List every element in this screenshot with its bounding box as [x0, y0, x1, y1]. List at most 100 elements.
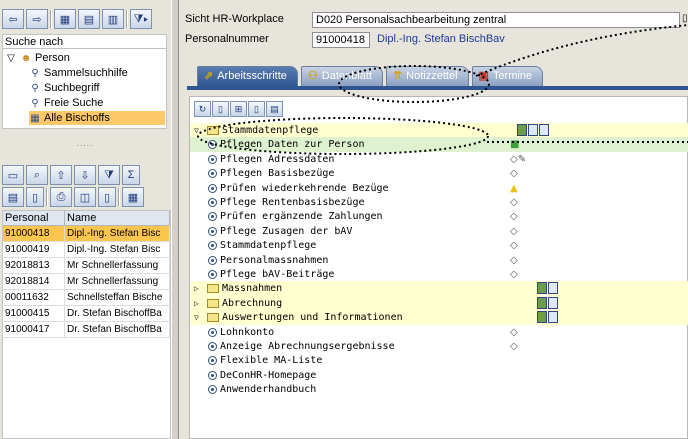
table-row[interactable]: 91000419 Dipl.-Ing. Stefan Bisc [3, 242, 170, 258]
splitter-handle[interactable]: ····· [2, 140, 167, 160]
document-icon[interactable] [537, 311, 547, 324]
sort-desc-icon[interactable]: ⇩ [74, 165, 96, 185]
task-row[interactable]: Prüfen ergänzende Zahlungen ◇ [190, 209, 688, 224]
collapse-arrow-icon[interactable]: ▽ [5, 53, 17, 64]
table-row[interactable]: 91000417 Dr. Stefan BischoffBa [3, 322, 170, 338]
window-icon[interactable]: ▭ [2, 165, 24, 185]
field-help-icon[interactable]: ▯ [682, 13, 688, 24]
task-row[interactable]: Pflege Zusagen der bAV ◇ [190, 224, 688, 239]
folder-row[interactable]: ▷ Massnahmen [190, 281, 688, 297]
tree-node-label: Suchbegriff [44, 82, 100, 94]
view-icon[interactable]: ◫ [74, 187, 96, 207]
table-row[interactable]: 91000415 Dr. Stefan BischoffBa [3, 306, 170, 322]
collapse-icon[interactable]: ▯ [248, 101, 265, 117]
table-icon[interactable]: ▤ [78, 9, 100, 29]
vertical-splitter[interactable] [171, 0, 179, 439]
folder-row[interactable]: ▽ Stammdatenpflege [190, 123, 688, 138]
cell-personal: 91000417 [3, 322, 65, 337]
table-row[interactable]: 92018814 Mr Schnellerfassung [3, 274, 170, 290]
document-icon[interactable] [517, 124, 527, 136]
status-green-icon: ■ [510, 139, 520, 151]
sum-icon[interactable]: Σ [122, 165, 140, 185]
task-label: Pflegen Adressdaten [220, 153, 335, 165]
grid-icon[interactable]: ▦ [54, 9, 76, 29]
task-row[interactable]: Pflege bAV-Beiträge ◇ [190, 267, 688, 282]
table-row[interactable]: 92018813 Mr Schnellerfassung [3, 258, 170, 274]
table-row[interactable]: 91000418 Dipl.-Ing. Stefan Bisc [3, 226, 170, 242]
column-header-personal[interactable]: Personal [3, 211, 65, 225]
tree-node[interactable]: ▦ Alle Bischoffs [29, 111, 165, 125]
expand-icon[interactable]: ⊞ [230, 101, 247, 117]
task-row[interactable]: Anzeige Abrechnungsergebnisse ◇ [190, 339, 688, 354]
document-icon[interactable] [537, 296, 547, 309]
tree-node[interactable]: ⚲ Sammelsuchhilfe [29, 66, 165, 80]
document-icon[interactable] [548, 311, 558, 324]
document-icon[interactable] [537, 282, 547, 295]
tree-node-label: Alle Bischoffs [44, 112, 110, 124]
task-row[interactable]: Stammdatenpflege ◇ [190, 238, 688, 253]
task-row[interactable]: DeConHR-Homepage [190, 368, 688, 383]
filter-icon[interactable]: ⧩ [98, 165, 120, 185]
task-label: Pflege bAV-Beiträge [220, 269, 335, 280]
expand-arrow-icon[interactable]: ▷ [194, 281, 204, 296]
cell-personal: 92018813 [3, 258, 65, 273]
tree-node[interactable]: ▽ ☻ Person [5, 51, 165, 65]
folder-label: Stammdatenpflege [222, 125, 319, 136]
folder-icon [207, 126, 219, 135]
document-icon[interactable] [548, 282, 558, 295]
personalnummer-field[interactable]: 91000418 [312, 32, 370, 48]
collapse-arrow-icon[interactable]: ▽ [194, 310, 204, 325]
task-row[interactable]: Pflegen Daten zur Person ■ [190, 137, 688, 153]
folder-label: Massnahmen [222, 283, 283, 295]
forward-arrow-icon[interactable]: ⇨ [26, 9, 48, 29]
task-row[interactable]: Anwenderhandbuch [190, 382, 688, 397]
task-row[interactable]: Lohnkonto ◇ [190, 325, 688, 340]
tree-node[interactable]: ⚲ Suchbegriff [29, 81, 165, 95]
sicht-field[interactable]: D020 Personalsachbearbeitung zentral [312, 12, 680, 28]
task-row[interactable]: Pflegen Basisbezüge ◇ [190, 166, 688, 181]
cell-personal: 91000419 [3, 242, 65, 257]
back-arrow-icon[interactable]: ⇦ [2, 9, 24, 29]
folder-row[interactable]: ▷ Abrechnung [190, 295, 688, 311]
print-icon[interactable]: ▤ [266, 101, 283, 117]
document-icon[interactable] [528, 124, 538, 136]
folder-row[interactable]: ▽ Auswertungen und Informationen [190, 310, 688, 326]
tree-node[interactable]: ⚲ Freie Suche [29, 96, 165, 110]
cell-personal: 00011632 [3, 290, 65, 305]
document-icon[interactable] [548, 296, 558, 309]
layout-grid-icon[interactable]: ▦ [122, 187, 144, 207]
tab-label: Termine [492, 70, 533, 82]
document-icon[interactable] [539, 124, 549, 136]
filter-dropdown-icon[interactable]: ⧩▸ [130, 9, 152, 29]
layout-icon[interactable]: ▥ [102, 9, 124, 29]
task-row[interactable]: Prüfen wiederkehrende Bezüge ▲ [190, 181, 688, 196]
table-row[interactable]: 00011632 Schnellsteffan Bische [3, 290, 170, 306]
task-row[interactable]: Pflegen Adressdaten ◇✎ [190, 152, 688, 167]
tab-underline [187, 86, 688, 90]
doc-icon[interactable]: ▯ [212, 101, 229, 117]
steps-icon: ⇗ [204, 70, 214, 82]
doc-icon[interactable]: ▯ [26, 187, 44, 207]
expand-arrow-icon[interactable]: ▷ [194, 296, 204, 311]
sort-asc-icon[interactable]: ⇧ [50, 165, 72, 185]
find-icon[interactable]: ⌕ [26, 165, 48, 185]
diamond-icon: ◇ [510, 326, 518, 338]
tab-datenblatt[interactable]: ⚇ Datenblatt [300, 66, 383, 86]
refresh-icon[interactable]: ↻ [194, 101, 211, 117]
tab-termine[interactable]: ▣ Termine [471, 66, 544, 86]
tab-arbeitsschritte[interactable]: ⇗ Arbeitsschritte [197, 66, 298, 86]
export-icon[interactable]: ▤ [2, 187, 24, 207]
settings-icon[interactable]: ▯ [98, 187, 116, 207]
personalnummer-label: Personalnummer [185, 33, 269, 45]
task-row[interactable]: Flexible MA-Liste [190, 353, 688, 368]
collapse-arrow-icon[interactable]: ▽ [194, 123, 204, 138]
diamond-icon: ◇ [510, 225, 518, 237]
list-toolbar-2: ▤ ▯ ⎙ ◫ ▯ ▦ [2, 186, 144, 208]
task-row[interactable]: Personalmassnahmen ◇ [190, 253, 688, 268]
task-icon [208, 226, 217, 236]
print-icon[interactable]: ⎙ [50, 187, 72, 207]
search-heading: Suche nach [2, 34, 167, 49]
tab-notizzettel[interactable]: ⇈ Notizzettel [385, 66, 469, 86]
task-row[interactable]: Pflege Rentenbasisbezüge ◇ [190, 195, 688, 210]
column-header-name[interactable]: Name [65, 211, 170, 225]
